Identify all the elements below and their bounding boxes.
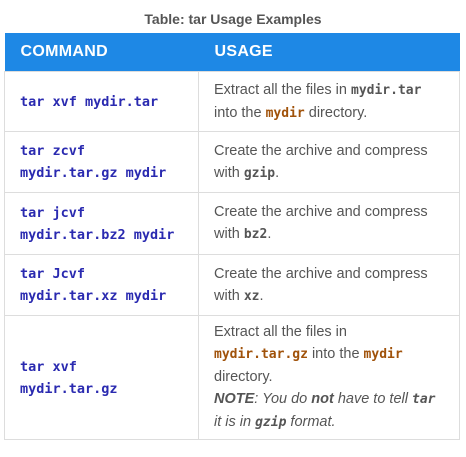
code-compressor: bz2: [243, 227, 268, 242]
table-caption: Table: tar Usage Examples: [144, 11, 322, 27]
usage-text: into the: [214, 104, 266, 121]
usage-cell: Create the archive and compress with xz.: [198, 254, 460, 316]
usage-text: directory.: [304, 104, 368, 121]
note-text: have to tell: [333, 391, 412, 407]
note-label: NOTE: [214, 391, 255, 407]
usage-cell: Create the archive and compress with gzi…: [198, 131, 460, 193]
code-filename: mydir.tar: [351, 82, 422, 98]
command-text: tar xvf: [20, 358, 77, 375]
usage-text: .: [259, 287, 264, 304]
command-cell: tar xvf mydir.tar: [4, 71, 199, 132]
usage-cell: Create the archive and compress with bz2…: [198, 192, 460, 255]
header-usage: USAGE: [198, 33, 460, 72]
code-compressor: gzip: [243, 165, 276, 181]
command-text: mydir.tar.gz mydir: [20, 165, 167, 181]
table-row: tar Jcvf mydir.tar.xz mydir Create the ar…: [4, 254, 460, 316]
note-text: it is in: [214, 414, 256, 430]
table-row: tar jcvf mydir.tar.bz2 mydir Create the a…: [4, 192, 460, 255]
usage-cell: Extract all the files in mydir.tar into …: [198, 71, 460, 132]
code-dirname: mydir: [363, 347, 403, 362]
code-compressor: gzip: [255, 415, 287, 430]
command-cell: tar xvf mydir.tar.gz: [4, 315, 199, 440]
table-row: tar zcvf mydir.tar.gz mydir Create the ar…: [4, 131, 460, 193]
usage-text: Extract all the files in: [214, 324, 347, 340]
command-text: tar xvf mydir.tar: [20, 93, 159, 110]
note-text: : You do: [254, 391, 312, 407]
usage-cell: Extract all the files in mydir.tar.gz in…: [198, 315, 460, 440]
tar-usage-table: COMMAND USAGE tar xvf mydir.tar Extract …: [4, 33, 460, 440]
code-filename: mydir.tar.gz: [214, 347, 308, 362]
command-text: tar zcvf: [20, 143, 86, 159]
command-text: tar Jcvf: [20, 266, 86, 282]
note-text: format.: [286, 414, 336, 430]
note: NOTE: You do not have to tell tar it is …: [214, 391, 435, 430]
table-row: tar xvf mydir.tar.gz Extract all the file…: [4, 315, 460, 440]
code-program: tar: [412, 392, 436, 407]
header-command: COMMAND: [4, 33, 199, 72]
code-compressor: xz: [243, 288, 260, 304]
command-text: tar jcvf: [20, 204, 86, 221]
usage-text: .: [275, 164, 280, 181]
command-text: mydir.tar.gz: [20, 380, 118, 397]
command-text: mydir.tar.xz mydir: [20, 288, 167, 304]
note-emphasis: not: [311, 391, 334, 407]
code-dirname: mydir: [265, 105, 305, 121]
usage-text: .: [267, 226, 272, 242]
usage-text: Extract all the files in: [214, 81, 351, 98]
usage-text: directory.: [214, 369, 273, 385]
command-text: mydir.tar.bz2 mydir: [20, 226, 175, 243]
command-cell: tar Jcvf mydir.tar.xz mydir: [4, 254, 199, 316]
usage-text: into the: [307, 346, 364, 362]
command-cell: tar jcvf mydir.tar.bz2 mydir: [4, 192, 199, 255]
command-cell: tar zcvf mydir.tar.gz mydir: [4, 131, 199, 193]
table-row: tar xvf mydir.tar Extract all the files …: [4, 71, 460, 132]
table-header-row: COMMAND USAGE: [4, 33, 460, 72]
